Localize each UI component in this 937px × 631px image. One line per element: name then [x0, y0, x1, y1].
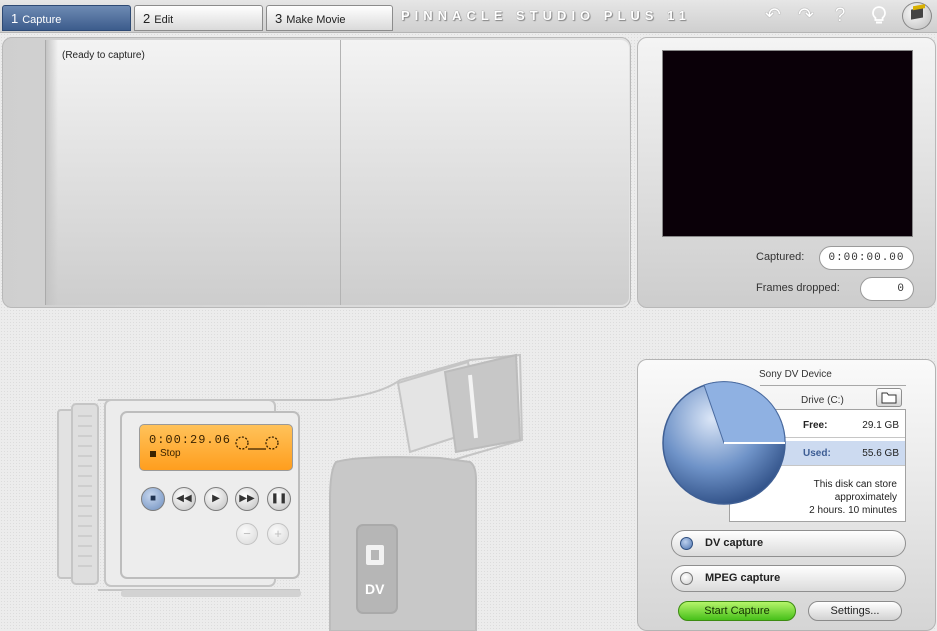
- folder-icon: [881, 392, 897, 404]
- deck-status: Stop: [160, 448, 181, 459]
- radio-selected-icon: [680, 537, 693, 550]
- captured-readout: 0:00:00.00: [819, 246, 914, 270]
- redo-icon[interactable]: ↷: [795, 5, 817, 27]
- dv-badge: DV: [365, 581, 385, 597]
- tab-number: 1: [11, 11, 19, 26]
- disk-usage-pie: [662, 381, 786, 505]
- captured-label: Captured:: [756, 251, 805, 263]
- plus-icon: +: [274, 526, 282, 541]
- used-label: Used:: [803, 448, 831, 459]
- stop-button[interactable]: ■: [141, 487, 165, 511]
- frames-dropped-label: Frames dropped:: [756, 282, 840, 294]
- rewind-icon: ◀◀: [176, 493, 192, 504]
- used-value: 55.6 GB: [862, 448, 899, 459]
- player-panel: Captured: 0:00:00.00 Frames dropped: 0: [637, 37, 936, 308]
- tab-number: 3: [275, 11, 283, 26]
- tab-capture[interactable]: 1 Capture: [2, 5, 131, 31]
- capture-source-panel: Sony DV Device Drive (C:) Free: 29.1 GB …: [637, 359, 936, 631]
- album-shade: [46, 40, 58, 305]
- video-preview: [662, 50, 913, 237]
- album-page-divider: [340, 40, 341, 305]
- top-bar: 1 Capture 2 Edit 3 Make Movie PINNACLE STUD…: [0, 0, 937, 33]
- start-capture-button[interactable]: Start Capture: [678, 601, 796, 621]
- jog-back-button[interactable]: −: [236, 523, 258, 545]
- tab-number: 2: [143, 11, 151, 26]
- capture-status: (Ready to capture): [62, 50, 145, 61]
- mpeg-capture-option[interactable]: MPEG capture: [671, 565, 906, 592]
- album-page: (Ready to capture): [45, 40, 629, 305]
- mpeg-capture-label: MPEG capture: [705, 572, 781, 584]
- radio-unselected-icon: [680, 572, 693, 585]
- fast-forward-icon: ▶▶: [239, 493, 255, 504]
- folder-button[interactable]: [876, 388, 902, 407]
- jog-forward-button[interactable]: +: [267, 523, 289, 545]
- free-value: 29.1 GB: [862, 420, 899, 431]
- minus-icon: −: [243, 526, 251, 541]
- tab-label: Capture: [22, 14, 62, 26]
- studio-logo-icon[interactable]: [902, 2, 932, 30]
- camcorder-lcd: 0:00:29.06 Stop: [139, 424, 293, 471]
- undo-icon[interactable]: ↶: [762, 5, 784, 27]
- settings-button[interactable]: Settings...: [808, 601, 902, 621]
- free-label: Free:: [803, 420, 828, 431]
- fast-forward-button[interactable]: ▶▶: [235, 487, 259, 511]
- play-button[interactable]: ▶: [204, 487, 228, 511]
- dv-capture-label: DV capture: [705, 537, 764, 549]
- tab-make-movie[interactable]: 3 Make Movie: [266, 5, 393, 31]
- help-icon[interactable]: ?: [829, 5, 851, 27]
- timecode-display: 0:00:29.06: [149, 433, 232, 447]
- tab-label: Make Movie: [286, 14, 346, 26]
- stop-indicator-icon: [150, 451, 156, 457]
- pause-icon: ❚❚: [270, 493, 288, 504]
- tab-edit[interactable]: 2 Edit: [134, 5, 263, 31]
- tape-icon: [235, 436, 279, 450]
- lightbulb-icon[interactable]: [868, 5, 890, 27]
- album-panel: (Ready to capture): [2, 37, 631, 308]
- drive-label: Drive (C:): [801, 395, 844, 406]
- pause-button[interactable]: ❚❚: [267, 487, 291, 511]
- play-icon: ▶: [212, 493, 220, 504]
- app-title: PINNACLE STUDIO PLUS 11: [401, 8, 691, 23]
- camcorder-illustration: [57, 353, 524, 631]
- tab-label: Edit: [154, 14, 174, 26]
- frames-dropped-readout: 0: [860, 277, 914, 301]
- stop-icon: ■: [149, 493, 157, 504]
- dv-capture-option[interactable]: DV capture: [671, 530, 906, 557]
- rewind-button[interactable]: ◀◀: [172, 487, 196, 511]
